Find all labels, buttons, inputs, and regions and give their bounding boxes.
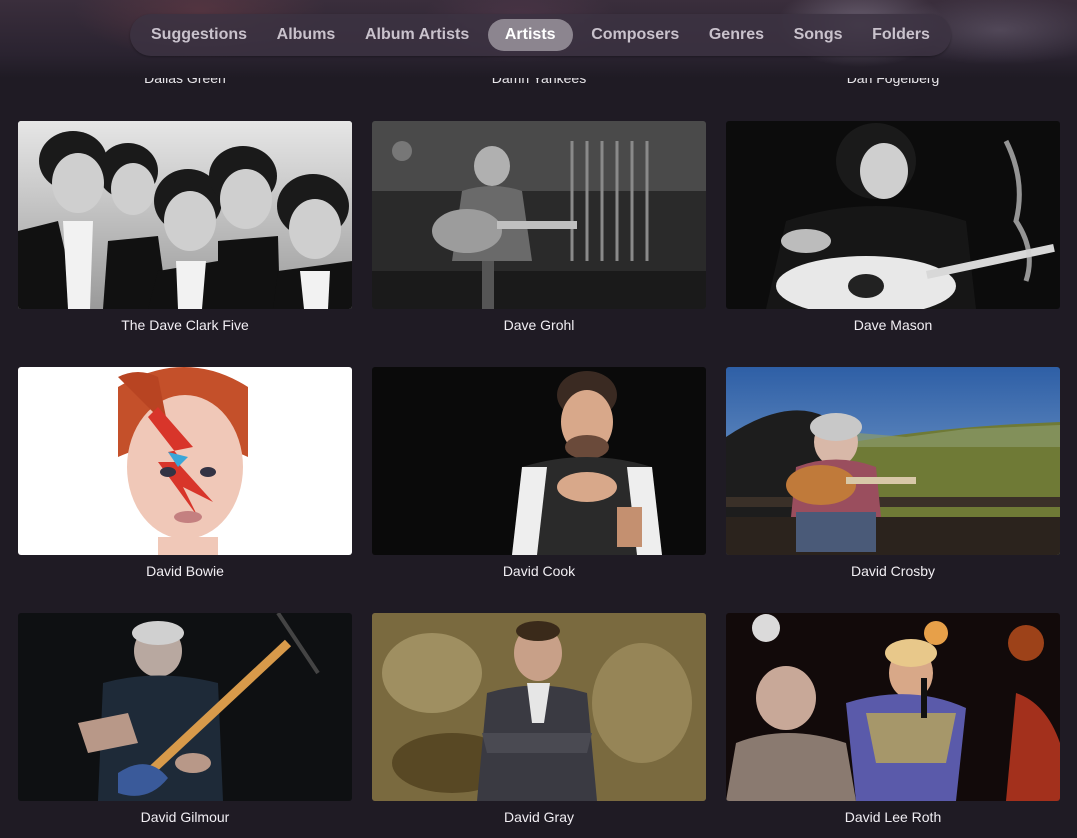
artist-image[interactable] [18, 367, 352, 555]
artist-name[interactable]: David Gilmour [18, 809, 352, 825]
tab-composers[interactable]: Composers [580, 19, 690, 51]
tab-songs[interactable]: Songs [783, 19, 854, 51]
artist-card[interactable]: David Bowie [18, 367, 352, 579]
tab-albums[interactable]: Albums [266, 19, 347, 51]
artist-card[interactable]: Dave Grohl [372, 121, 706, 333]
artist-card[interactable]: The Dave Clark Five [18, 121, 352, 333]
tab-suggestions[interactable]: Suggestions [140, 19, 258, 51]
artist-card[interactable]: David Lee Roth [726, 613, 1060, 825]
artist-name[interactable]: David Cook [372, 563, 706, 579]
library-tab-bar: Suggestions Albums Album Artists Artists… [130, 14, 951, 56]
artist-card[interactable]: David Gray [372, 613, 706, 825]
artist-name[interactable]: David Bowie [18, 563, 352, 579]
tab-artists[interactable]: Artists [487, 19, 573, 51]
artist-name[interactable]: Dave Mason [726, 317, 1060, 333]
artist-card[interactable]: David Gilmour [18, 613, 352, 825]
artist-name[interactable]: David Crosby [726, 563, 1060, 579]
tab-genres[interactable]: Genres [698, 19, 775, 51]
artist-card[interactable]: David Cook [372, 367, 706, 579]
tab-album-artists[interactable]: Album Artists [354, 19, 480, 51]
artist-image[interactable] [726, 121, 1060, 309]
artist-image[interactable] [726, 367, 1060, 555]
artist-image[interactable] [372, 367, 706, 555]
artist-image[interactable] [726, 613, 1060, 801]
artist-image[interactable] [18, 613, 352, 801]
artist-name[interactable]: David Lee Roth [726, 809, 1060, 825]
artist-image[interactable] [372, 121, 706, 309]
artist-name[interactable]: The Dave Clark Five [18, 317, 352, 333]
artist-name[interactable]: David Gray [372, 809, 706, 825]
tab-folders[interactable]: Folders [861, 19, 941, 51]
library-view: Dallas Green Damn Yankees Dan Fogelberg … [0, 0, 1077, 838]
artist-image[interactable] [18, 121, 352, 309]
artist-image[interactable] [372, 613, 706, 801]
artist-card[interactable]: David Crosby [726, 367, 1060, 579]
artist-card[interactable]: Dave Mason [726, 121, 1060, 333]
artist-name[interactable]: Dave Grohl [372, 317, 706, 333]
